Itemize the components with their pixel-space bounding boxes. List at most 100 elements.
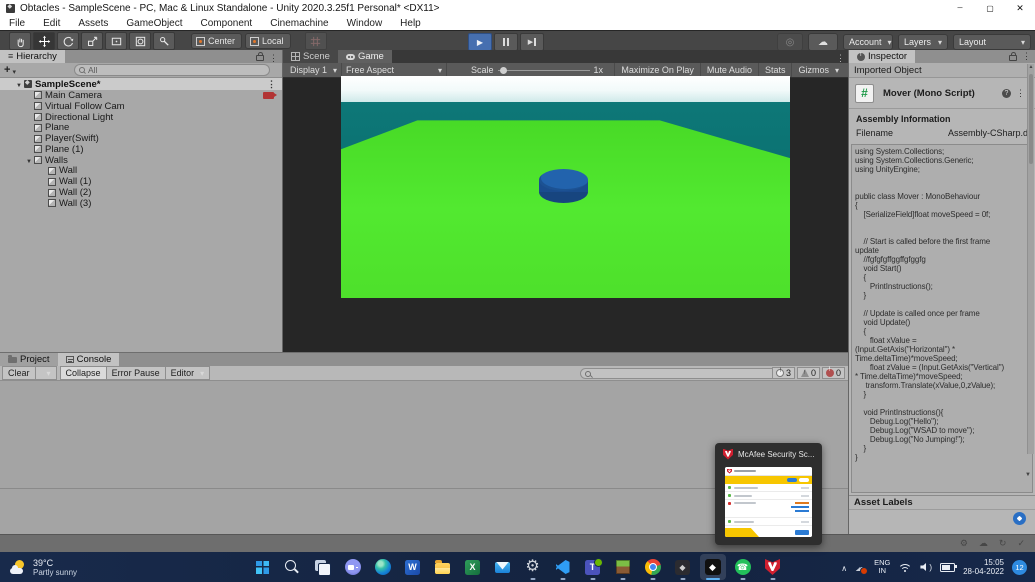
game-render-viewport[interactable] — [341, 76, 790, 298]
tab-game[interactable]: Game — [338, 50, 392, 63]
expand-arrow-icon[interactable] — [14, 79, 24, 90]
scale-tool-button[interactable] — [81, 32, 103, 50]
hierarchy-search-input[interactable]: All — [74, 64, 270, 76]
maximize-on-play-button[interactable]: Maximize On Play — [614, 63, 700, 77]
menu-item[interactable]: Help — [391, 18, 430, 29]
rect-tool-button[interactable] — [105, 32, 127, 50]
services-button[interactable] — [777, 33, 803, 51]
taskbar-icon-search[interactable] — [280, 554, 306, 580]
clock[interactable]: 15:05 28-04-2022 — [963, 558, 1004, 576]
taskbar-icon-mail[interactable] — [490, 554, 516, 580]
taskbar-icon-whatsapp[interactable] — [730, 554, 756, 580]
taskbar-icon-mcafee[interactable] — [760, 554, 786, 580]
tab-inspector[interactable]: Inspector — [849, 50, 915, 63]
tag-icon[interactable] — [1013, 512, 1026, 525]
mute-audio-button[interactable]: Mute Audio — [700, 63, 758, 77]
scroll-down-icon[interactable] — [1025, 472, 1031, 478]
language-indicator[interactable]: ENG IN — [874, 559, 890, 575]
maximize-button[interactable] — [975, 0, 1005, 16]
taskbar-icon-start[interactable] — [250, 554, 276, 580]
menu-item[interactable]: Cinemachine — [261, 18, 337, 29]
kebab-menu-icon[interactable] — [269, 48, 278, 66]
hierarchy-item[interactable]: Plane (1) — [0, 144, 282, 155]
menu-item[interactable]: File — [0, 18, 34, 29]
scene-header-row[interactable]: SampleScene* — [0, 78, 282, 90]
taskbar-icon-settings[interactable] — [520, 554, 546, 580]
menu-item[interactable]: Component — [192, 18, 262, 29]
clear-dropdown[interactable] — [35, 366, 57, 380]
taskbar-icon-task-view[interactable] — [310, 554, 336, 580]
play-button[interactable] — [468, 33, 492, 51]
scale-slider[interactable] — [498, 70, 590, 71]
kebab-menu-icon[interactable] — [267, 79, 276, 90]
help-icon[interactable] — [1002, 89, 1011, 98]
console-search-input[interactable] — [580, 368, 793, 379]
mcafee-taskbar-preview[interactable]: McAfee Security Sc... — [715, 443, 822, 545]
menu-item[interactable]: Edit — [34, 18, 69, 29]
scrollbar-thumb[interactable] — [1029, 74, 1033, 164]
lock-icon[interactable] — [1009, 55, 1017, 61]
tab-console[interactable]: Console — [58, 353, 120, 366]
display-dropdown[interactable]: Display 1 — [286, 63, 342, 77]
pause-button[interactable] — [494, 33, 518, 51]
weather-widget[interactable]: 39°C Partly sunny — [0, 558, 180, 577]
hierarchy-item[interactable]: Plane — [0, 122, 282, 133]
hierarchy-item[interactable]: Wall (1) — [0, 176, 282, 187]
move-tool-button[interactable] — [33, 32, 55, 50]
kebab-menu-icon[interactable] — [836, 48, 845, 66]
hierarchy-item[interactable]: Virtual Follow Cam — [0, 101, 282, 112]
tab-hierarchy[interactable]: Hierarchy — [0, 50, 65, 63]
layout-dropdown[interactable]: Layout — [953, 34, 1031, 50]
scale-slider-knob[interactable] — [500, 67, 507, 74]
aspect-dropdown[interactable]: Free Aspect — [342, 63, 447, 77]
kebab-menu-icon[interactable] — [1016, 88, 1025, 99]
account-dropdown[interactable]: Account — [843, 34, 893, 50]
notification-count-badge[interactable]: 12 — [1012, 560, 1027, 575]
chevron-down-icon[interactable] — [10, 61, 16, 79]
mcafee-app-thumbnail[interactable] — [725, 467, 812, 537]
script-component-header[interactable]: Mover (Mono Script) — [849, 78, 1035, 109]
taskbar-icon-teams[interactable] — [580, 554, 606, 580]
lock-icon[interactable] — [256, 55, 264, 61]
layers-dropdown[interactable]: Layers — [898, 34, 948, 50]
taskbar-icon-unity[interactable] — [700, 554, 726, 580]
menu-item[interactable]: Assets — [69, 18, 117, 29]
battery-icon[interactable] — [940, 563, 955, 572]
wifi-icon[interactable] — [898, 562, 912, 573]
minimize-button[interactable] — [945, 0, 975, 16]
script-preview[interactable]: using System.Collections;using System.Co… — [851, 144, 1033, 493]
hierarchy-item[interactable]: Wall — [0, 166, 282, 177]
taskbar-icon-chrome[interactable] — [640, 554, 666, 580]
error-pause-toggle[interactable]: Error Pause — [106, 366, 166, 380]
transform-tool-button[interactable] — [129, 32, 151, 50]
hierarchy-item[interactable]: Main Camera — [0, 90, 282, 101]
cloud-button[interactable] — [808, 33, 838, 51]
warning-count[interactable]: 0 — [797, 367, 820, 379]
menu-item[interactable]: Window — [338, 18, 392, 29]
rotate-tool-button[interactable] — [57, 32, 79, 50]
check-icon[interactable]: ✓ — [1017, 538, 1025, 549]
cloud-status-icon[interactable]: ☁ — [979, 538, 988, 549]
tab-project[interactable]: Project — [0, 353, 58, 366]
pivot-center-button[interactable]: Center — [191, 33, 242, 49]
refresh-icon[interactable]: ↻ — [999, 538, 1007, 549]
taskbar-icon-vscode[interactable] — [550, 554, 576, 580]
close-button[interactable] — [1005, 0, 1035, 16]
volume-icon[interactable] — [920, 563, 932, 572]
hierarchy-item[interactable]: Walls — [0, 155, 282, 166]
clear-button[interactable]: Clear — [2, 366, 36, 380]
taskbar-icon-chat[interactable] — [340, 554, 366, 580]
hierarchy-item[interactable]: Directional Light — [0, 112, 282, 123]
tray-overflow-chevron-icon[interactable] — [841, 558, 847, 576]
hierarchy-item[interactable]: Wall (3) — [0, 198, 282, 209]
onedrive-icon[interactable] — [855, 558, 866, 576]
step-button[interactable] — [520, 33, 544, 51]
expand-arrow-icon[interactable] — [24, 155, 34, 166]
collapse-toggle[interactable]: Collapse — [60, 366, 107, 380]
kebab-menu-icon[interactable] — [1022, 51, 1031, 62]
error-count[interactable]: 0 — [822, 367, 845, 379]
inspector-scrollbar[interactable] — [1027, 64, 1034, 454]
hierarchy-item[interactable]: Player(Swift) — [0, 133, 282, 144]
tab-scene[interactable]: Scene — [283, 50, 338, 63]
taskbar-icon-minecraft[interactable] — [610, 554, 636, 580]
